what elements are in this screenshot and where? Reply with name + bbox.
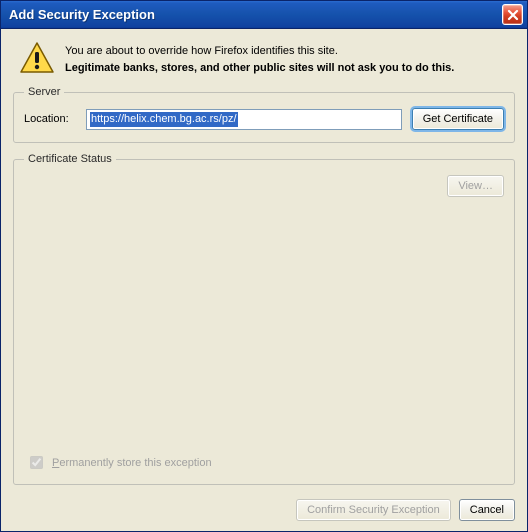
view-button: View… bbox=[447, 175, 504, 197]
warning-line2: Legitimate banks, stores, and other publ… bbox=[65, 60, 454, 77]
permanent-store-checkbox bbox=[30, 456, 43, 469]
cert-status-section: Certificate Status View… Permanently sto… bbox=[13, 153, 515, 495]
cert-status-legend: Certificate Status bbox=[24, 153, 116, 165]
dialog-footer: Confirm Security Exception Cancel bbox=[13, 495, 515, 521]
location-input[interactable]: https://helix.chem.bg.ac.rs/pz/ bbox=[86, 109, 402, 130]
window-title: Add Security Exception bbox=[9, 7, 502, 22]
dialog-content: You are about to override how Firefox id… bbox=[1, 29, 527, 531]
cert-status-fieldset: Certificate Status View… Permanently sto… bbox=[13, 153, 515, 485]
get-certificate-button[interactable]: Get Certificate bbox=[412, 108, 504, 130]
close-icon bbox=[507, 9, 519, 21]
permanent-store-label: Permanently store this exception bbox=[52, 457, 212, 469]
dialog-window: Add Security Exception You are about to … bbox=[0, 0, 528, 532]
warning-icon bbox=[19, 41, 55, 75]
location-input-value: https://helix.chem.bg.ac.rs/pz/ bbox=[90, 112, 238, 127]
close-button[interactable] bbox=[502, 4, 523, 25]
warning-section: You are about to override how Firefox id… bbox=[13, 41, 515, 76]
titlebar: Add Security Exception bbox=[1, 1, 527, 29]
server-legend: Server bbox=[24, 86, 64, 98]
location-label: Location: bbox=[24, 113, 76, 125]
warning-text: You are about to override how Firefox id… bbox=[65, 41, 454, 76]
server-fieldset: Server Location: https://helix.chem.bg.a… bbox=[13, 86, 515, 143]
warning-line1: You are about to override how Firefox id… bbox=[65, 43, 454, 60]
permanent-store-row: Permanently store this exception bbox=[24, 453, 504, 472]
cancel-button[interactable]: Cancel bbox=[459, 499, 515, 521]
confirm-button: Confirm Security Exception bbox=[296, 499, 451, 521]
